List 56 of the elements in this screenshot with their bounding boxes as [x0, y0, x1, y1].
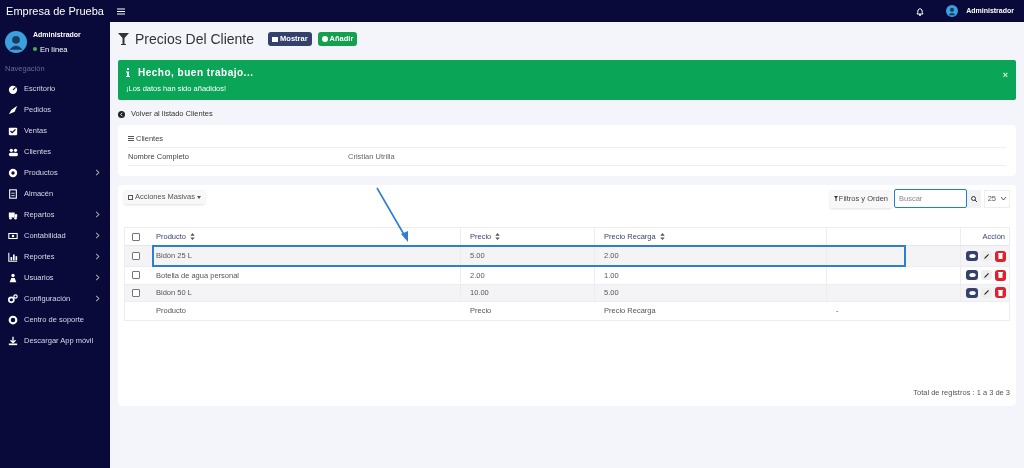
user-icon — [8, 272, 18, 283]
pencil-icon — [984, 290, 989, 296]
view-button[interactable] — [966, 251, 978, 261]
funnel-icon — [118, 33, 129, 45]
trash-icon — [998, 253, 1003, 259]
page-title: Precios Del Cliente — [135, 29, 255, 49]
delete-button[interactable] — [995, 287, 1006, 299]
view-button[interactable] — [966, 287, 978, 298]
chevron-right-icon — [95, 253, 100, 260]
eye-icon — [968, 254, 976, 258]
menu-icon[interactable] — [117, 7, 125, 15]
select-all-checkbox[interactable] — [132, 232, 140, 241]
chevron-down-icon — [1001, 197, 1007, 200]
eye-icon — [968, 273, 976, 278]
back-circle-icon[interactable] — [118, 110, 125, 118]
gauge-icon — [8, 83, 18, 94]
edit-button[interactable] — [981, 270, 992, 281]
chevron-right-icon — [95, 169, 100, 176]
delete-button[interactable] — [995, 250, 1006, 262]
avatar-icon — [946, 5, 959, 17]
view-button[interactable] — [966, 270, 978, 281]
chevron-right-icon — [95, 232, 100, 239]
checkbox-icon — [128, 194, 133, 200]
users-icon — [8, 146, 18, 157]
row-checkbox[interactable] — [132, 252, 140, 260]
document-icon — [8, 188, 18, 199]
chevron-right-icon — [95, 211, 100, 218]
caret-icon — [197, 195, 202, 199]
eye-icon — [968, 290, 976, 295]
edit-button[interactable] — [981, 251, 992, 261]
search-icon — [971, 195, 977, 202]
banknote-icon — [8, 230, 18, 241]
info-icon — [126, 68, 130, 78]
delete-button[interactable] — [995, 269, 1006, 281]
gears-icon — [8, 293, 18, 304]
edit-button[interactable] — [981, 287, 992, 298]
row-checkbox[interactable] — [132, 271, 140, 280]
bell-icon[interactable] — [916, 6, 925, 16]
trash-icon — [998, 272, 1003, 279]
bar-chart-icon — [8, 251, 18, 262]
chevron-right-icon — [95, 274, 100, 281]
trash-icon — [998, 289, 1003, 296]
search-button[interactable] — [967, 189, 981, 208]
lifebuoy-icon — [8, 314, 18, 325]
brand-title[interactable]: Empresa de Prueba — [0, 2, 110, 20]
pencil-icon — [984, 272, 989, 278]
checkbox-icon — [8, 125, 18, 136]
annotation-arrow — [375, 186, 411, 244]
alert-title: Hecho, buen trabajo... — [138, 66, 254, 81]
row-checkbox[interactable] — [132, 288, 140, 297]
disc-icon — [8, 167, 18, 178]
avatar-icon — [5, 31, 27, 54]
pencil-icon — [984, 253, 989, 259]
chevron-right-icon — [95, 295, 100, 302]
funnel-icon — [833, 196, 838, 201]
download-icon — [8, 335, 18, 346]
